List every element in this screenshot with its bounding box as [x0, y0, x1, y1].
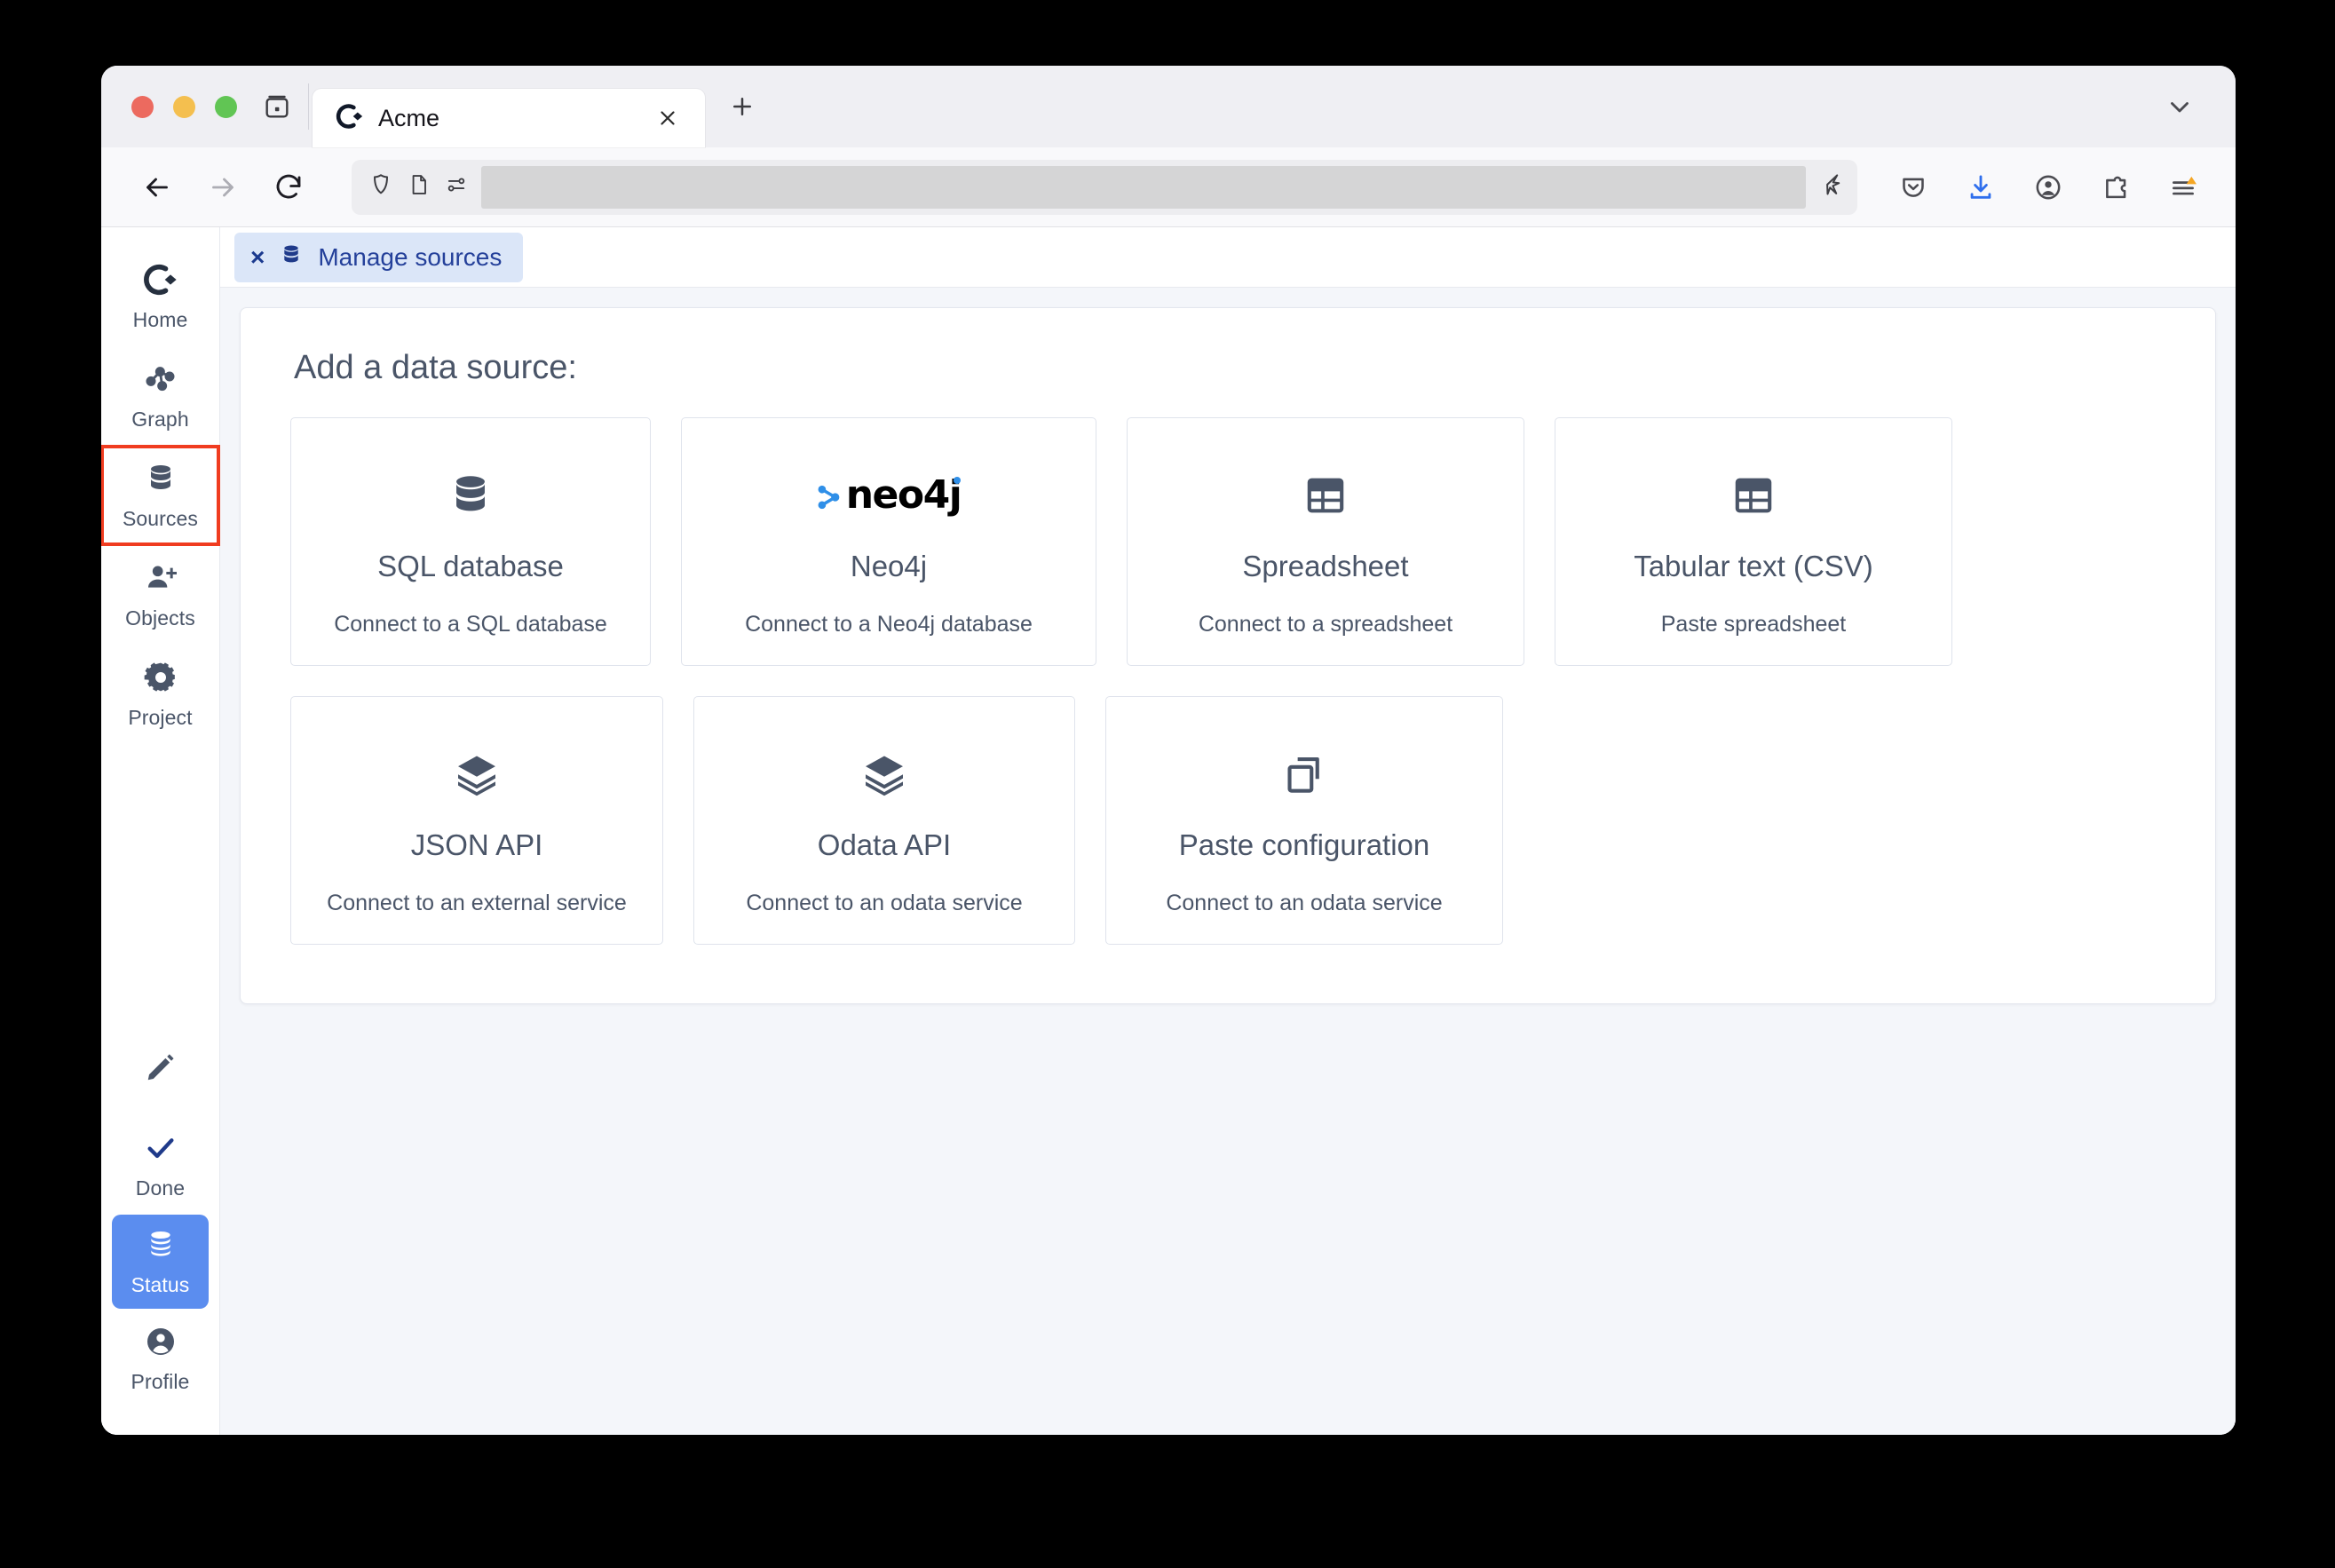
tab-strip: Acme [101, 66, 2236, 147]
url-input[interactable] [481, 165, 1806, 209]
source-card-subtitle: Paste spreadsheet [1660, 612, 1847, 637]
back-arrow-icon[interactable] [128, 158, 186, 217]
sidebar-item-label: Graph [131, 407, 189, 431]
sidebar-item-label: Home [132, 307, 188, 331]
source-card-grid: SQL database Connect to a SQL database n… [290, 417, 2165, 945]
sidebar-item-home[interactable]: Home [101, 247, 219, 346]
workspace-tab-bar: × Manage sources [220, 227, 2236, 288]
layers-icon [452, 743, 502, 805]
sidebar-item-label: Status [131, 1272, 190, 1296]
table-icon [1730, 464, 1777, 527]
window-controls [121, 66, 249, 147]
sidebar-item-edit[interactable] [101, 1030, 219, 1115]
database-icon [279, 242, 304, 272]
app-sidebar: Home Graph Sources Objects Project Done … [101, 227, 220, 1435]
minimize-window-button[interactable] [173, 95, 195, 118]
sidebar-item-project[interactable]: Project [101, 645, 219, 744]
browser-tab-acme[interactable]: Acme [313, 89, 705, 147]
app-menu-icon[interactable] [2154, 158, 2212, 217]
close-window-button[interactable] [131, 95, 154, 118]
tab-title: Acme [378, 104, 440, 131]
source-card-subtitle: Connect to an odata service [1166, 891, 1443, 915]
sidebar-item-graph[interactable]: Graph [101, 346, 219, 446]
workspace-tab-label: Manage sources [318, 242, 503, 271]
source-card-title: Neo4j [850, 550, 928, 582]
sidebar-item-status[interactable]: Status [112, 1215, 209, 1309]
neo4j-wordmark: neo4j [845, 472, 962, 518]
neo4j-logo-icon: neo4j [814, 464, 964, 527]
toolbar-actions [1884, 158, 2212, 217]
add-data-source-panel: Add a data source: SQL database Connect … [240, 307, 2216, 1004]
reload-icon[interactable] [259, 158, 318, 217]
source-card-subtitle: Connect to a Neo4j database [745, 612, 1033, 637]
person-add-icon [143, 560, 178, 600]
database-icon [143, 461, 178, 501]
source-card-title: Paste configuration [1178, 828, 1430, 861]
forward-arrow-icon[interactable] [194, 158, 252, 217]
source-card-odata-api[interactable]: Odata API Connect to an odata service [693, 696, 1075, 945]
sidebar-item-label: Project [128, 705, 193, 729]
sidebar-item-profile[interactable]: Profile [101, 1309, 219, 1408]
source-card-title: Spreadsheet [1242, 550, 1409, 582]
sidebar-bottom-group: Done Status Profile [101, 1030, 219, 1435]
source-card-title: Tabular text (CSV) [1634, 550, 1873, 582]
acme-logo-icon [143, 262, 178, 302]
downloads-icon[interactable] [1951, 158, 2010, 217]
pocket-icon[interactable] [1884, 158, 1943, 217]
copy-icon [1281, 743, 1327, 805]
new-tab-button[interactable] [717, 82, 767, 131]
database-icon [445, 464, 496, 527]
sidebar-item-label: Done [135, 1176, 186, 1200]
chevron-down-icon[interactable] [2152, 79, 2207, 134]
account-icon[interactable] [2019, 158, 2078, 217]
navigation-toolbar [101, 147, 2236, 227]
maximize-window-button[interactable] [215, 95, 237, 118]
close-icon[interactable]: × [250, 244, 265, 270]
application-body: Home Graph Sources Objects Project Done … [101, 227, 2236, 1435]
source-card-tabular-text-csv[interactable]: Tabular text (CSV) Paste spreadsheet [1555, 417, 1952, 666]
source-card-subtitle: Connect to a spreadsheet [1198, 612, 1453, 637]
source-card-neo4j[interactable]: neo4j Neo4j Connect to a Neo4j database [681, 417, 1096, 666]
url-bar[interactable] [352, 159, 1857, 215]
sidebar-item-label: Profile [131, 1369, 190, 1393]
permissions-icon[interactable] [444, 172, 469, 202]
page-title: Add a data source: [294, 349, 577, 386]
source-card-json-api[interactable]: JSON API Connect to an external service [290, 696, 663, 945]
gear-icon [143, 660, 178, 700]
browser-window: Acme Home Graph Sources Objects Project … [101, 66, 2236, 1435]
sidebar-item-objects[interactable]: Objects [101, 545, 219, 645]
firefox-view-icon[interactable] [249, 66, 305, 147]
account-circle-icon [143, 1324, 178, 1364]
source-card-spreadsheet[interactable]: Spreadsheet Connect to a spreadsheet [1127, 417, 1524, 666]
layers-icon [859, 743, 909, 805]
graph-nodes-icon [143, 361, 178, 401]
table-icon [1302, 464, 1349, 527]
shield-icon[interactable] [368, 171, 394, 202]
source-card-sql-database[interactable]: SQL database Connect to a SQL database [290, 417, 651, 666]
source-card-title: SQL database [377, 550, 564, 582]
close-tab-button[interactable] [650, 100, 685, 136]
tab-divider [308, 83, 309, 130]
source-card-title: Odata API [817, 828, 952, 861]
sidebar-item-sources[interactable]: Sources [101, 445, 220, 546]
source-card-paste-configuration[interactable]: Paste configuration Connect to an odata … [1105, 696, 1503, 945]
sidebar-item-done[interactable]: Done [101, 1115, 219, 1215]
pencil-icon [144, 1050, 178, 1089]
source-card-subtitle: Connect to an odata service [746, 891, 1023, 915]
extensions-icon[interactable] [2086, 158, 2145, 217]
sidebar-item-label: Sources [122, 506, 199, 530]
database-stack-icon [143, 1227, 178, 1267]
reader-mode-icon[interactable] [407, 172, 431, 202]
source-card-subtitle: Connect to a SQL database [334, 612, 607, 637]
main-area: × Manage sources Add a data source: SQL … [220, 227, 2236, 1435]
source-card-title: JSON API [410, 828, 543, 861]
content-scroll-area: Add a data source: SQL database Connect … [220, 288, 2236, 1435]
sidebar-item-label: Objects [125, 606, 195, 630]
acme-c-diamond-icon [336, 102, 364, 135]
workspace-tab-manage-sources[interactable]: × Manage sources [234, 232, 524, 282]
bookmark-star-icon[interactable] [1818, 171, 1845, 202]
source-card-subtitle: Connect to an external service [327, 891, 627, 915]
check-icon [143, 1130, 178, 1170]
